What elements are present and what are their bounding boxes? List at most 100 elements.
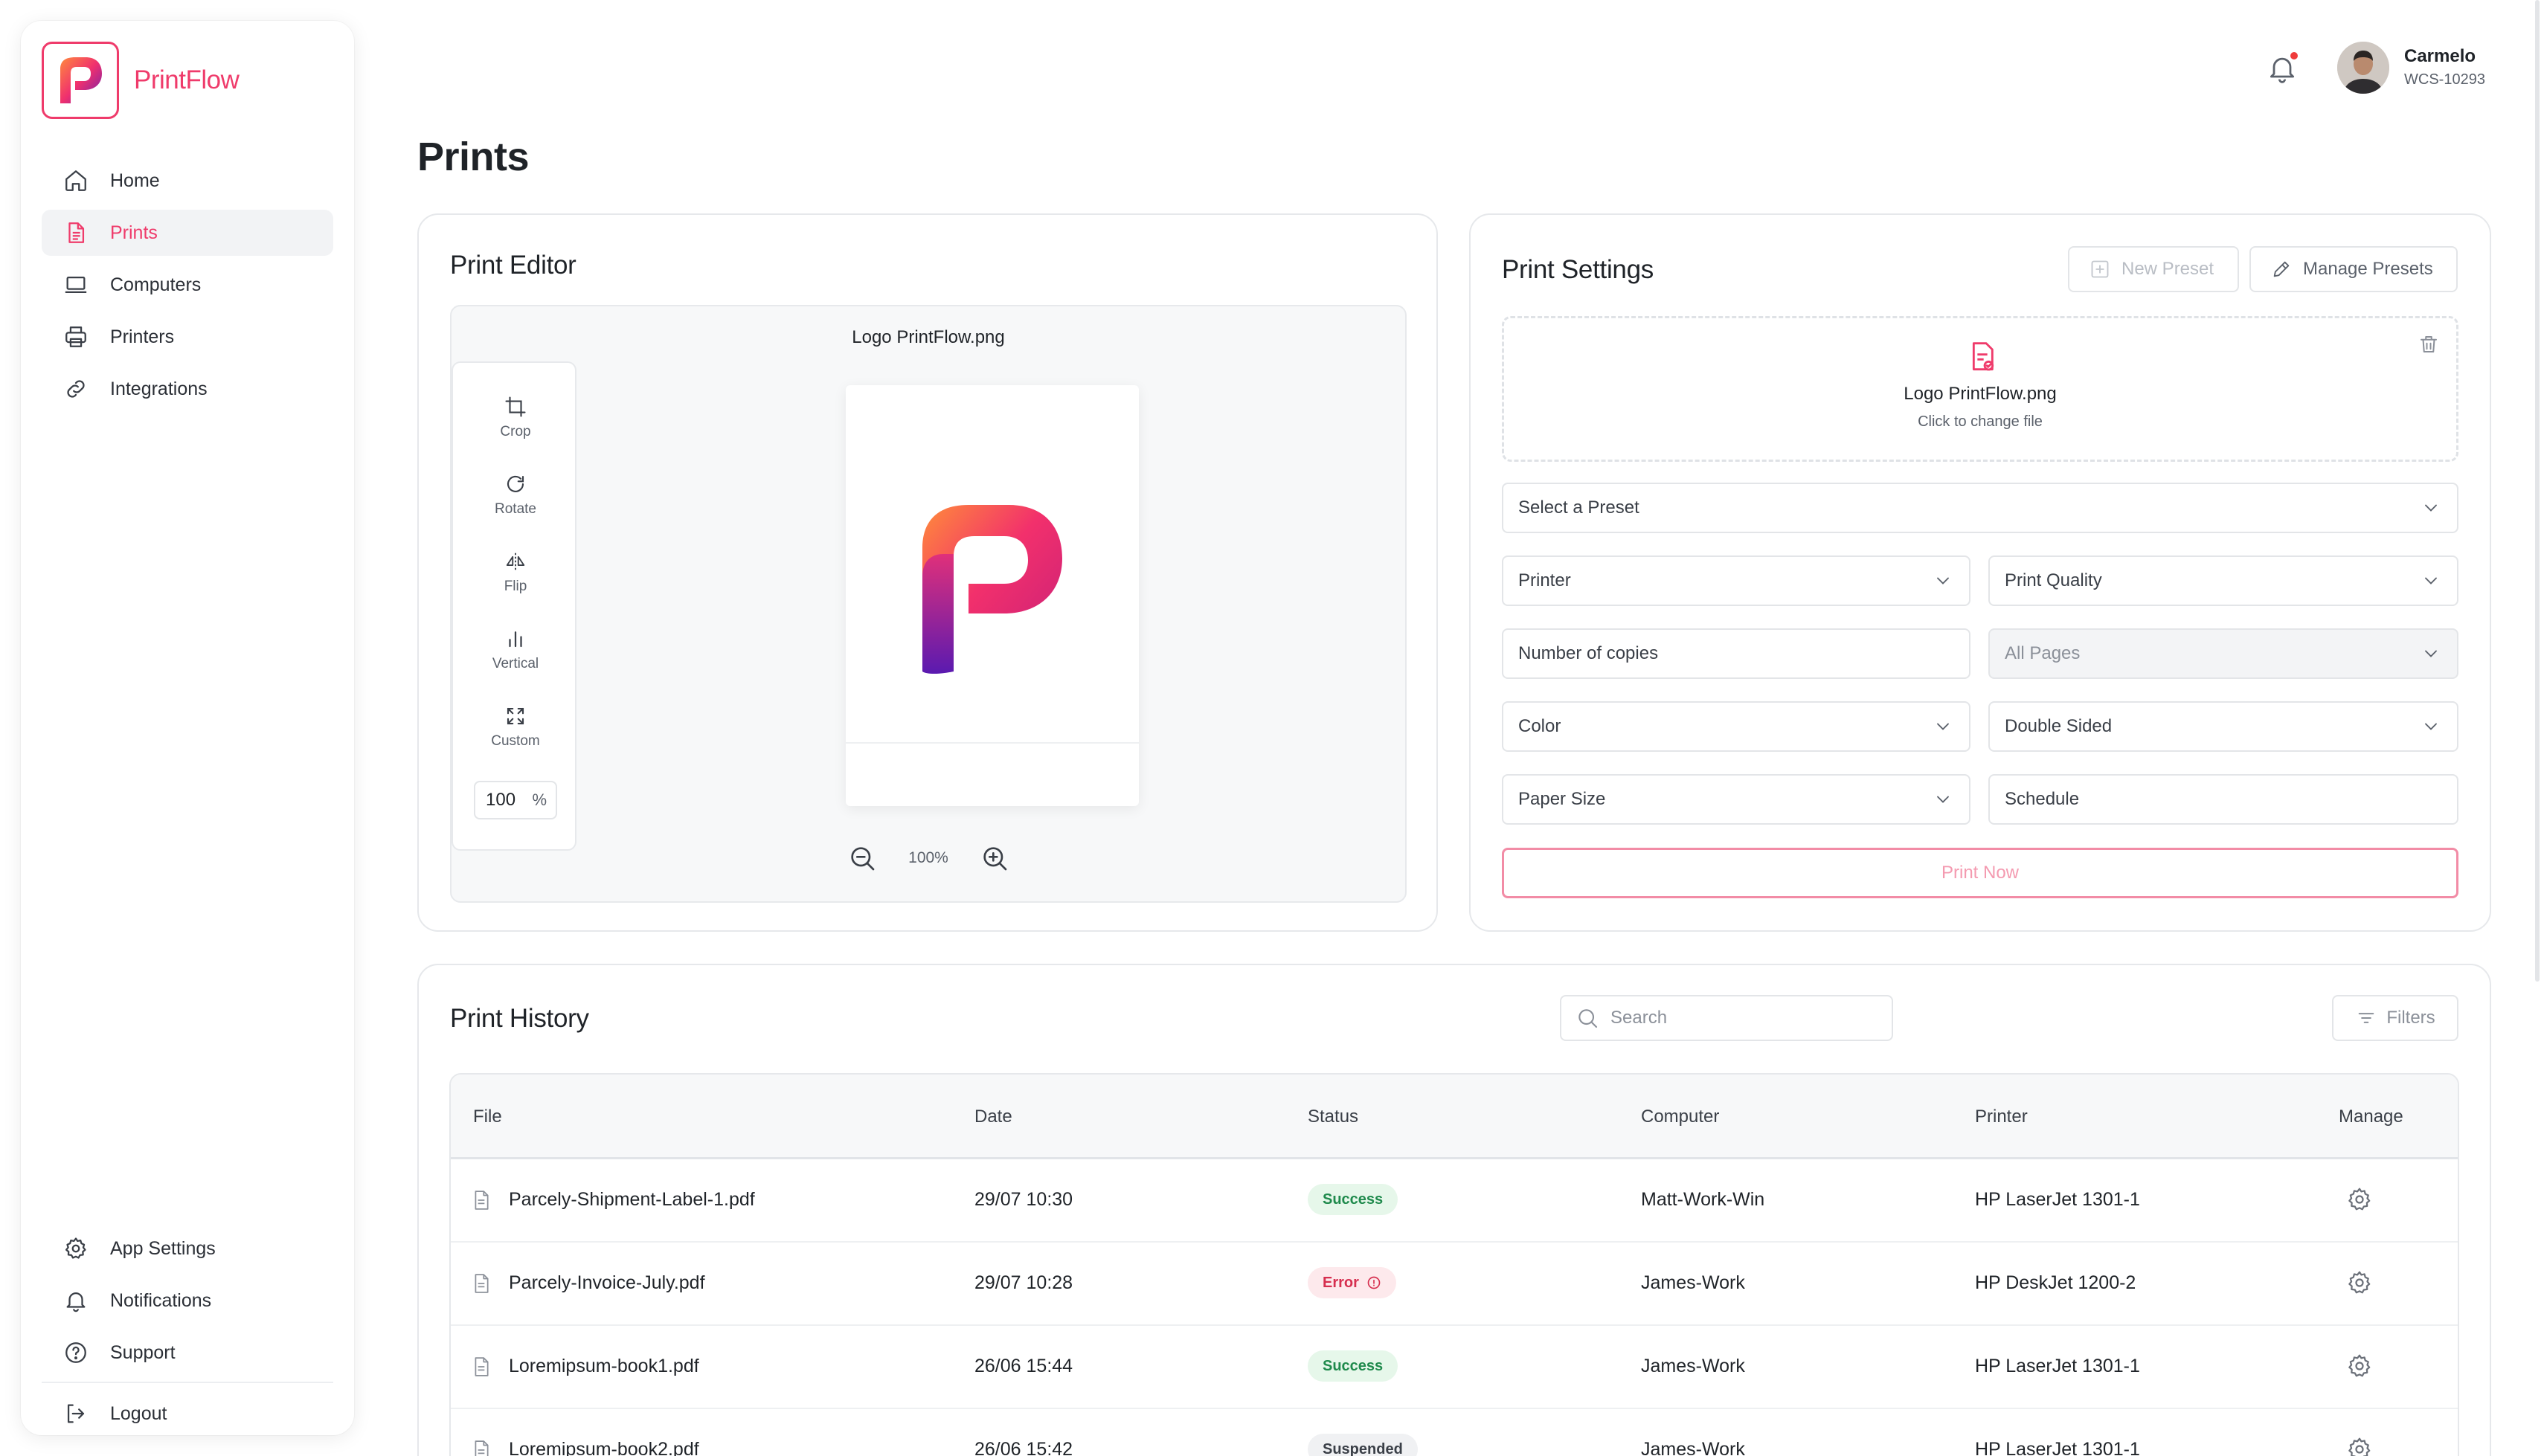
scale-input[interactable]: 100 %: [474, 781, 557, 819]
new-preset-button[interactable]: New Preset: [2068, 246, 2239, 292]
sidebar-item-label: Printers: [110, 326, 175, 347]
link-icon: [61, 374, 91, 404]
main-nav: Home Prints Computers Printers Integrati…: [42, 158, 333, 418]
table-header: File Date Status Computer Printer Manage: [451, 1075, 2458, 1159]
sidebar-item-prints[interactable]: Prints: [42, 210, 333, 256]
history-search-input[interactable]: Search: [1560, 995, 1893, 1041]
schedule-placeholder: Schedule: [2005, 789, 2080, 809]
column-header-printer[interactable]: Printer: [1975, 1107, 2028, 1127]
page-scrollbar[interactable]: [2535, 0, 2540, 982]
brand[interactable]: PrintFlow: [42, 42, 240, 119]
printer-select-value: Printer: [1518, 570, 1571, 590]
chevron-down-icon: [2420, 570, 2442, 592]
tool-label: Vertical: [492, 656, 539, 671]
printer-name: HP LaserJet 1301-1: [1975, 1356, 2140, 1376]
printer-icon: [61, 322, 91, 352]
color-select[interactable]: Color: [1502, 701, 1970, 752]
sidebar-item-notifications[interactable]: Notifications: [42, 1278, 333, 1324]
sidebar-item-label: Logout: [110, 1402, 167, 1424]
trash-icon[interactable]: [2418, 333, 2440, 355]
tool-label: Crop: [500, 424, 531, 439]
duplex-select-value: Double Sided: [2005, 716, 2113, 736]
sidebar-item-label: Support: [110, 1341, 176, 1363]
gear-icon[interactable]: [2346, 1436, 2373, 1456]
chevron-down-icon: [2420, 642, 2442, 665]
computer-name: James-Work: [1641, 1439, 1745, 1456]
manage-presets-button[interactable]: Manage Presets: [2249, 246, 2458, 292]
editor-file-name: Logo PrintFlow.png: [852, 327, 1005, 347]
pencil-icon: [2270, 258, 2293, 280]
sidebar-item-printers[interactable]: Printers: [42, 314, 333, 360]
rotate-tool[interactable]: Rotate: [453, 471, 578, 518]
avatar[interactable]: [2337, 42, 2389, 94]
scale-value: 100: [486, 790, 516, 810]
column-header-status[interactable]: Status: [1308, 1107, 1358, 1127]
filters-button[interactable]: Filters: [2332, 995, 2458, 1041]
sidebar-item-app-settings[interactable]: App Settings: [42, 1225, 333, 1272]
column-header-computer[interactable]: Computer: [1641, 1107, 1719, 1127]
zoom-out-icon[interactable]: [846, 842, 878, 874]
status-badge: Success: [1308, 1350, 1398, 1382]
duplex-select[interactable]: Double Sided: [1988, 701, 2458, 752]
printer-name: HP DeskJet 1200-2: [1975, 1272, 2136, 1293]
page-title: Prints: [417, 135, 530, 179]
sidebar-item-logout[interactable]: Logout: [42, 1391, 333, 1437]
new-preset-label: New Preset: [2121, 259, 2214, 279]
flip-tool[interactable]: Flip: [453, 549, 578, 595]
sidebar-item-support[interactable]: Support: [42, 1330, 333, 1376]
file-name: Loremipsum-book2.pdf: [509, 1439, 699, 1456]
table-row[interactable]: Loremipsum-book2.pdf 26/06 15:42 Suspend…: [451, 1409, 2458, 1456]
plus-square-icon: [2089, 258, 2111, 280]
gear-icon[interactable]: [2346, 1269, 2373, 1296]
vertical-tool[interactable]: Vertical: [453, 626, 578, 672]
column-header-file[interactable]: File: [473, 1107, 502, 1127]
computer-name: James-Work: [1641, 1356, 1745, 1376]
file-name: Parcely-Invoice-July.pdf: [509, 1272, 705, 1293]
dropzone-hint: Click to change file: [1918, 413, 2043, 430]
copies-input[interactable]: Number of copies: [1502, 628, 1970, 679]
file-dropzone[interactable]: Logo PrintFlow.png Click to change file: [1502, 316, 2458, 462]
page-divider: [846, 742, 1139, 744]
zoom-level: 100%: [908, 849, 948, 866]
column-header-date[interactable]: Date: [974, 1107, 1012, 1127]
column-header-manage: Manage: [2339, 1107, 2403, 1127]
table-row[interactable]: Loremipsum-book1.pdf 26/06 15:44 Success…: [451, 1326, 2458, 1409]
sidebar-item-label: Notifications: [110, 1289, 212, 1311]
divider: [42, 1382, 333, 1383]
sidebar-item-home[interactable]: Home: [42, 158, 333, 204]
paper-size-select[interactable]: Paper Size: [1502, 774, 1970, 825]
table-row[interactable]: Parcely-Shipment-Label-1.pdf 29/07 10:30…: [451, 1159, 2458, 1243]
vertical-bars-icon: [503, 626, 528, 651]
preset-select[interactable]: Select a Preset: [1502, 483, 2458, 533]
gear-icon[interactable]: [2346, 1186, 2373, 1213]
file-icon: [472, 1272, 491, 1295]
expand-icon: [503, 703, 528, 729]
sidebar-item-integrations[interactable]: Integrations: [42, 366, 333, 412]
schedule-input[interactable]: Schedule: [1988, 774, 2458, 825]
chevron-down-icon: [1932, 788, 1954, 811]
print-date: 26/06 15:42: [974, 1439, 1073, 1456]
custom-tool[interactable]: Custom: [453, 703, 578, 750]
print-history-table: File Date Status Computer Printer Manage…: [449, 1073, 2459, 1456]
user-name: Carmelo: [2404, 46, 2476, 66]
file-icon: [472, 1439, 491, 1456]
info-icon[interactable]: [1366, 1275, 1381, 1290]
file-name: Parcely-Shipment-Label-1.pdf: [509, 1189, 755, 1210]
gear-icon: [61, 1234, 91, 1263]
sidebar-item-computers[interactable]: Computers: [42, 262, 333, 308]
search-icon: [1575, 1005, 1600, 1031]
status-text: Success: [1323, 1191, 1384, 1208]
help-icon: [61, 1338, 91, 1368]
status-text: Suspended: [1323, 1440, 1403, 1456]
gear-icon[interactable]: [2346, 1353, 2373, 1379]
table-row[interactable]: Parcely-Invoice-July.pdf 29/07 10:28 Err…: [451, 1243, 2458, 1326]
print-now-button[interactable]: Print Now: [1502, 848, 2458, 898]
crop-tool[interactable]: Crop: [453, 394, 578, 440]
computer-name: James-Work: [1641, 1272, 1745, 1293]
zoom-in-icon[interactable]: [978, 842, 1011, 874]
pages-select[interactable]: All Pages: [1988, 628, 2458, 679]
notification-dot: [2290, 52, 2298, 59]
printer-select[interactable]: Printer: [1502, 555, 1970, 606]
print-editor-card: Print Editor Crop Rotate Flip Vertical C…: [417, 213, 1438, 932]
print-quality-select[interactable]: Print Quality: [1988, 555, 2458, 606]
